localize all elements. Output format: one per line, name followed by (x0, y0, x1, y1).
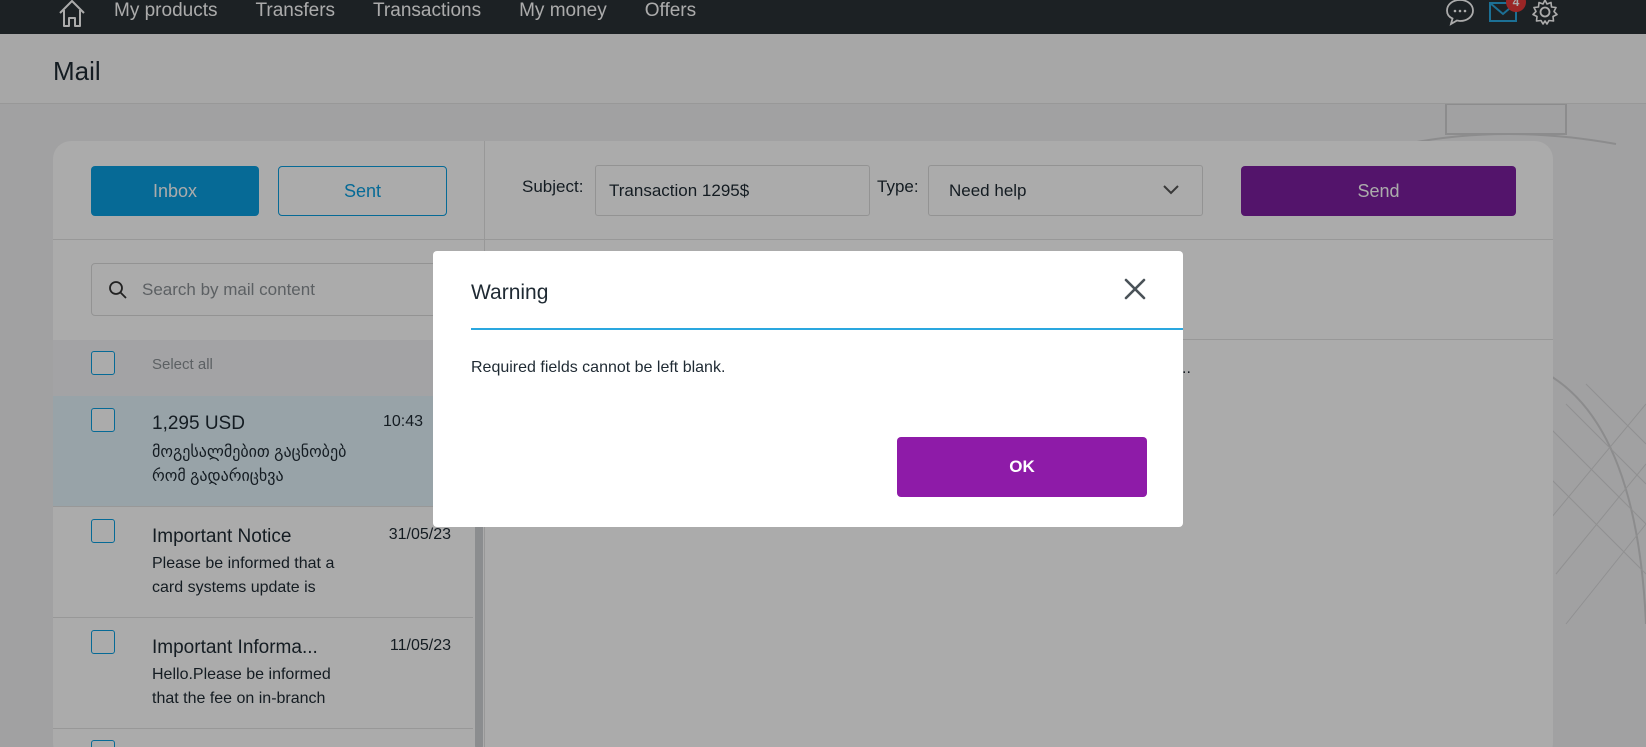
warning-dialog: Warning Required fields cannot be left b… (433, 251, 1183, 527)
dialog-title: Warning (471, 281, 549, 304)
dialog-message: Required fields cannot be left blank. (471, 359, 726, 376)
dialog-divider (471, 328, 1183, 330)
ok-button[interactable]: OK (897, 437, 1147, 497)
close-icon[interactable] (1123, 277, 1147, 301)
